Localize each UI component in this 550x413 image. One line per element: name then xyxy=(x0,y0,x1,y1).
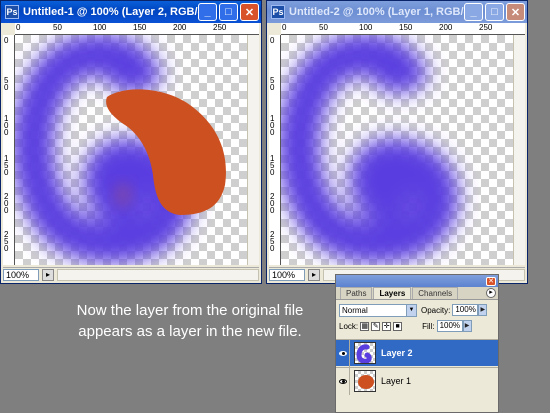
layers-palette[interactable]: ✕ Paths Layers Channels ▸ Normal ▼ Opaci… xyxy=(335,274,499,413)
opacity-field[interactable]: 100% xyxy=(452,304,479,316)
fill-slider-arrow-icon[interactable]: ▶ xyxy=(462,320,472,332)
caption-text: Now the layer from the original file app… xyxy=(40,300,340,342)
ruler-tick-label: 0 xyxy=(282,23,287,32)
opacity-slider-arrow-icon[interactable]: ▶ xyxy=(478,304,488,316)
document-window-untitled-2[interactable]: Ps Untitled-2 @ 100% (Layer 1, RGB/8) _ … xyxy=(266,0,528,284)
tab-paths[interactable]: Paths xyxy=(340,287,373,299)
maximize-button[interactable]: □ xyxy=(219,3,238,21)
palette-close-button[interactable]: ✕ xyxy=(486,276,496,286)
ruler-tick-label: 200 xyxy=(439,23,453,32)
layer-thumbnail xyxy=(354,370,376,392)
ruler-tick-label: 250 xyxy=(4,230,9,253)
layer-name: Layer 1 xyxy=(381,376,412,386)
lock-row: Lock: ▦ ✎ ✛ ■ Fill: 100% ▶ xyxy=(336,318,498,334)
layer-thumbnail xyxy=(354,342,376,364)
canvas-artwork xyxy=(15,35,226,264)
purple-spot xyxy=(113,182,133,208)
caption-line-2: appears as a layer in the new file. xyxy=(78,323,302,340)
status-info-icon[interactable]: ▸ xyxy=(308,268,320,281)
layer-row-layer-1[interactable]: Layer 1 xyxy=(336,367,498,395)
ruler-tick-label: 150 xyxy=(270,154,275,177)
vertical-scrollbar[interactable] xyxy=(513,35,525,265)
lock-move-icon[interactable]: ✛ xyxy=(382,321,392,331)
layer-thumbnail-art xyxy=(356,344,372,363)
close-button[interactable]: ✕ xyxy=(506,3,525,21)
close-button[interactable]: ✕ xyxy=(240,3,259,21)
zoom-level[interactable]: 100% xyxy=(3,268,39,281)
chevron-down-icon[interactable]: ▼ xyxy=(406,304,416,316)
layer-thumbnail-art xyxy=(358,375,374,389)
ruler-tick-label: 200 xyxy=(4,192,9,215)
ruler-tick-label: 250 xyxy=(213,23,227,32)
window-title: Untitled-2 @ 100% (Layer 1, RGB/8) xyxy=(289,6,464,18)
purple-brush-stroke xyxy=(281,35,459,264)
status-bar: 100% ▸ xyxy=(3,267,259,281)
ruler-tick-label: 250 xyxy=(270,230,275,253)
horizontal-scrollbar[interactable] xyxy=(57,268,259,281)
vertical-scrollbar[interactable] xyxy=(247,35,259,265)
lock-all-icon[interactable]: ■ xyxy=(393,321,403,331)
status-info-icon[interactable]: ▸ xyxy=(42,268,54,281)
layer-row-layer-2[interactable]: Layer 2 xyxy=(336,339,498,367)
tab-channels[interactable]: Channels xyxy=(412,287,459,299)
blend-mode-select[interactable]: Normal ▼ xyxy=(339,303,417,317)
photoshop-icon: Ps xyxy=(271,5,285,19)
ruler-vertical[interactable]: 0 50 100 150 200 250 xyxy=(269,35,281,265)
document-window-untitled-1[interactable]: Ps Untitled-1 @ 100% (Layer 2, RGB/8) _ … xyxy=(0,0,262,284)
maximize-button[interactable]: □ xyxy=(485,3,504,21)
image-canvas[interactable] xyxy=(15,35,247,265)
ruler-horizontal[interactable]: 0 50 100 150 200 250 xyxy=(15,23,259,35)
tab-layers[interactable]: Layers xyxy=(373,287,412,299)
window-title: Untitled-1 @ 100% (Layer 2, RGB/8) xyxy=(23,6,198,18)
caption-line-1: Now the layer from the original file xyxy=(76,302,304,319)
ruler-tick-label: 50 xyxy=(270,76,275,92)
blend-mode-value: Normal xyxy=(342,305,368,315)
visibility-eye-icon[interactable] xyxy=(336,339,350,367)
ruler-tick-label: 0 xyxy=(16,23,21,32)
palette-tabs: Paths Layers Channels ▸ xyxy=(336,287,498,300)
palette-title-bar[interactable]: ✕ xyxy=(336,275,498,287)
ruler-tick-label: 200 xyxy=(270,192,275,215)
fill-field[interactable]: 100% xyxy=(436,320,463,332)
visibility-eye-icon[interactable] xyxy=(336,367,350,395)
ruler-tick-label: 0 xyxy=(4,36,9,45)
fill-label: Fill: xyxy=(422,321,435,331)
ruler-tick-label: 150 xyxy=(133,23,147,32)
opacity-label: Opacity: xyxy=(421,305,451,315)
blend-row: Normal ▼ Opacity: 100% ▶ xyxy=(336,302,498,318)
lock-label: Lock: xyxy=(339,321,359,331)
title-bar[interactable]: Ps Untitled-2 @ 100% (Layer 1, RGB/8) _ … xyxy=(267,1,527,23)
ruler-vertical[interactable]: 0 50 100 150 200 250 xyxy=(3,35,15,265)
zoom-level[interactable]: 100% xyxy=(269,268,305,281)
ruler-tick-label: 200 xyxy=(173,23,187,32)
layer-name: Layer 2 xyxy=(381,348,413,358)
title-bar[interactable]: Ps Untitled-1 @ 100% (Layer 2, RGB/8) _ … xyxy=(1,1,261,23)
ruler-tick-label: 150 xyxy=(399,23,413,32)
ruler-tick-label: 250 xyxy=(479,23,493,32)
ruler-tick-label: 50 xyxy=(319,23,328,32)
ruler-tick-label: 50 xyxy=(53,23,62,32)
ruler-tick-label: 150 xyxy=(4,154,9,177)
ruler-tick-label: 50 xyxy=(4,76,9,92)
minimize-button[interactable]: _ xyxy=(198,3,217,21)
ruler-tick-label: 0 xyxy=(270,36,275,45)
image-canvas[interactable] xyxy=(281,35,513,265)
minimize-button[interactable]: _ xyxy=(464,3,483,21)
ruler-tick-label: 100 xyxy=(270,114,275,137)
ruler-tick-label: 100 xyxy=(93,23,107,32)
ruler-tick-label: 100 xyxy=(359,23,373,32)
ruler-tick-label: 100 xyxy=(4,114,9,137)
lock-brush-icon[interactable]: ✎ xyxy=(371,321,381,331)
lock-transparency-icon[interactable]: ▦ xyxy=(360,321,370,331)
canvas-artwork xyxy=(281,35,459,264)
ruler-horizontal[interactable]: 0 50 100 150 200 250 xyxy=(281,23,525,35)
photoshop-icon: Ps xyxy=(5,5,19,19)
palette-menu-icon[interactable]: ▸ xyxy=(486,288,496,298)
